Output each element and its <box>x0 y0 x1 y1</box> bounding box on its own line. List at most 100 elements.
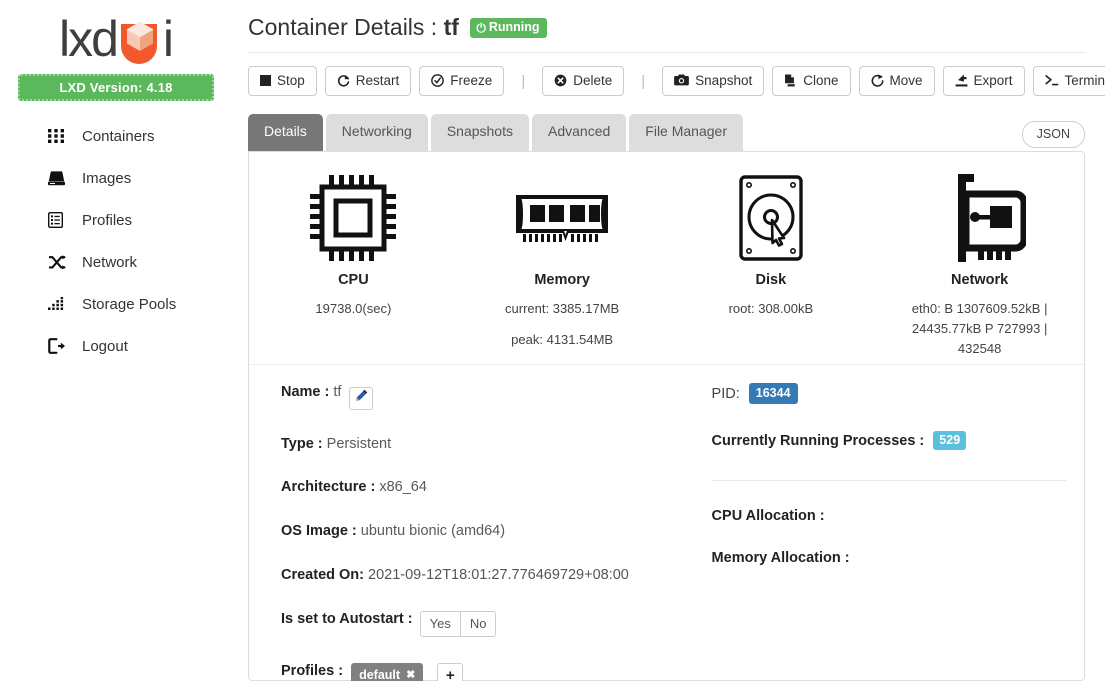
refresh-icon <box>337 74 350 89</box>
export-icon <box>955 74 968 89</box>
field-name-label: Name : <box>281 383 330 400</box>
field-profiles: Profiles : default ✖ + <box>281 662 692 681</box>
freeze-button-label: Freeze <box>450 73 493 88</box>
tab-networking[interactable]: Networking <box>325 114 428 151</box>
autostart-no-button[interactable]: No <box>460 610 497 637</box>
sidebar-item-network[interactable]: Network <box>0 241 232 283</box>
pause-circle-icon <box>431 73 445 89</box>
memory-icon <box>466 170 659 266</box>
stat-network-value: eth0: B 1307609.52kB | 24435.77kB P 7279… <box>911 300 1048 356</box>
terminal-icon <box>1044 74 1059 88</box>
details-left-column: Name : tf Type: Persistent Architecture… <box>249 383 692 681</box>
sidebar-nav: Containers Images Profiles Network Stora… <box>0 115 232 367</box>
terminal-button-label: Terminal <box>1064 73 1105 88</box>
disk-icon <box>675 170 868 266</box>
field-name: Name : tf <box>281 383 692 410</box>
field-os-image-value: ubuntu bionic (amd64) <box>360 523 506 540</box>
move-button-label: Move <box>889 73 923 88</box>
pencil-icon <box>355 389 368 408</box>
clone-button[interactable]: Clone <box>772 66 851 97</box>
field-architecture-label: Architecture : <box>281 479 376 496</box>
details-panel: CPU 19738.0(sec) Memory current: 3385.17… <box>248 150 1085 681</box>
field-type-value: Persistent <box>326 435 392 452</box>
move-button[interactable]: Move <box>858 66 935 97</box>
delete-button[interactable]: Delete <box>542 66 625 97</box>
hdd-icon <box>48 170 74 186</box>
stop-square-icon <box>260 74 271 88</box>
stat-cpu: CPU 19738.0(sec) <box>249 170 458 354</box>
cpu-icon <box>257 170 450 266</box>
stat-memory: Memory current: 3385.17MB peak: 4131.54M… <box>458 170 667 354</box>
sidebar-item-storage-pools[interactable]: Storage Pools <box>0 283 232 325</box>
logo-text-left: lxd <box>58 11 119 67</box>
action-toolbar: Stop Restart Freeze | Delete | Snapshot … <box>248 66 1105 97</box>
sidebar-item-label: Storage Pools <box>82 295 177 313</box>
sidebar-item-images[interactable]: Images <box>0 157 232 199</box>
stat-disk-value: root: 308.00kB <box>728 300 814 316</box>
logo: lxd i <box>0 10 232 72</box>
tab-bar: Details Networking Snapshots Advanced Fi… <box>248 114 1085 151</box>
field-pid: PID: 16344 <box>711 382 1066 404</box>
remove-profile-icon[interactable]: ✖ <box>406 668 415 681</box>
terminal-button[interactable]: Terminal <box>1032 66 1105 97</box>
tab-details[interactable]: Details <box>248 114 323 151</box>
network-icon <box>883 170 1076 266</box>
page-title: Container Details : tf ⏻ Running <box>248 14 1085 53</box>
sidebar-item-profiles[interactable]: Profiles <box>0 199 232 241</box>
field-created-on: Created On: 2021-09-12T18:01:27.77646972… <box>281 566 692 585</box>
field-cpu-allocation: CPU Allocation : <box>711 507 825 524</box>
autostart-yes-button[interactable]: Yes <box>419 610 461 637</box>
export-button-label: Export <box>973 73 1013 88</box>
stop-button[interactable]: Stop <box>248 66 317 97</box>
field-architecture-value: x86_64 <box>379 479 427 496</box>
field-created-on-label: Created On: <box>281 567 364 584</box>
restart-button[interactable]: Restart <box>324 66 412 97</box>
tab-file-manager[interactable]: File Manager <box>629 114 743 151</box>
tab-advanced[interactable]: Advanced <box>532 114 627 151</box>
sidebar-item-logout[interactable]: Logout <box>0 325 232 367</box>
sidebar-item-containers[interactable]: Containers <box>0 115 232 157</box>
memory-peak: peak: 4131.54MB <box>511 331 614 347</box>
stat-memory-value: current: 3385.17MB peak: 4131.54MB <box>466 299 659 350</box>
delete-button-label: Delete <box>573 73 613 88</box>
lxd-version-badge: LXD Version: 4.18 <box>18 74 214 101</box>
field-type-label: Type : <box>281 435 323 452</box>
sidebar-item-label: Logout <box>82 337 128 355</box>
toolbar-separator: | <box>641 72 646 90</box>
logo-cube-icon <box>118 20 160 64</box>
sidebar-item-label: Containers <box>82 127 155 145</box>
edit-name-button[interactable] <box>349 386 374 410</box>
tab-snapshots[interactable]: Snapshots <box>430 114 529 151</box>
field-memory-allocation: Memory Allocation : <box>711 549 850 566</box>
stat-memory-label: Memory <box>534 271 590 288</box>
snapshot-button[interactable]: Snapshot <box>662 66 765 97</box>
add-profile-button[interactable]: + <box>437 663 464 681</box>
export-button[interactable]: Export <box>942 66 1025 97</box>
camera-icon <box>674 74 690 88</box>
field-pid-label: PID: <box>711 385 740 402</box>
json-button[interactable]: JSON <box>1021 121 1085 148</box>
field-profiles-label: Profiles : <box>281 662 344 679</box>
running-processes-badge: 529 <box>933 430 967 450</box>
container-name: tf <box>443 14 459 40</box>
field-autostart-label: Is set to Autostart : <box>281 610 413 627</box>
field-architecture: Architecture : x86_64 <box>281 478 692 497</box>
storage-icon <box>48 297 74 311</box>
logo-text-right: i <box>162 11 174 67</box>
grid-icon <box>48 128 74 144</box>
field-autostart: Is set to Autostart : Yes No <box>281 610 692 637</box>
status-badge-label: Running <box>488 20 540 34</box>
shuffle-icon <box>48 254 74 270</box>
field-created-on-value: 2021-09-12T18:01:27.776469729+08:00 <box>368 567 629 584</box>
field-type: Type : Persistent <box>281 435 692 454</box>
freeze-button[interactable]: Freeze <box>419 66 505 97</box>
sidebar-item-label: Profiles <box>82 211 133 229</box>
pid-badge: 16344 <box>748 382 798 404</box>
clone-icon <box>784 74 797 89</box>
profile-tag[interactable]: default ✖ <box>351 662 424 681</box>
restart-button-label: Restart <box>355 73 400 88</box>
move-arrow-icon <box>871 74 884 89</box>
power-icon: ⏻ <box>476 21 486 35</box>
main-content: Container Details : tf ⏻ Running Stop Re… <box>232 0 1105 681</box>
stat-disk-label: Disk <box>755 271 787 288</box>
